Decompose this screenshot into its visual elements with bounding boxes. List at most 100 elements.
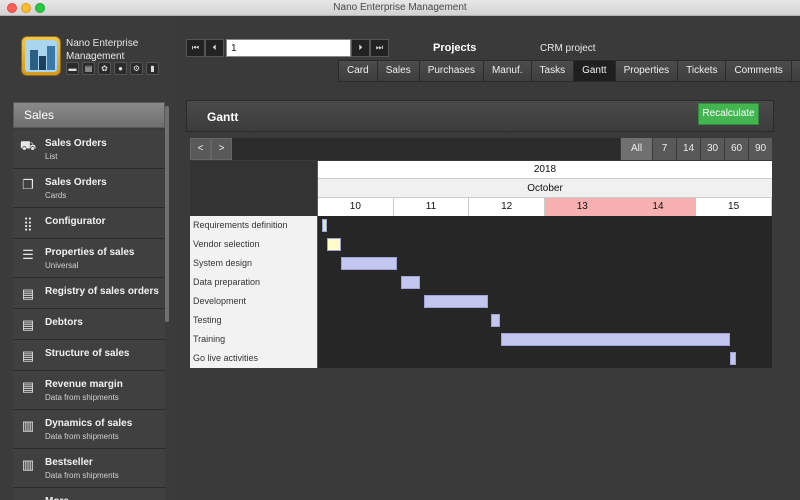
gantt-day-header: 10 [318, 198, 394, 216]
gantt-task-row[interactable]: Data preparation [190, 273, 772, 292]
task-bar[interactable] [501, 333, 731, 346]
sidebar-item-title: Registry of sales orders [45, 286, 159, 297]
sidebar-item-title: Debtors [45, 317, 83, 328]
gantt-day-header: 13 [544, 198, 621, 216]
task-name: Vendor selection [190, 235, 318, 254]
previous-record-button[interactable]: ⏴ [205, 39, 224, 57]
task-name: Requirements definition [190, 216, 318, 235]
bar-chart-icon: ▥ [21, 457, 35, 472]
tab-properties[interactable]: Properties [615, 60, 679, 82]
zoom-option-14[interactable]: 14 [676, 138, 700, 160]
gantt-task-rows: Requirements definition Vendor selection S… [190, 216, 772, 368]
gear-shortcut-icon[interactable]: ✿ [98, 62, 111, 75]
gantt-task-row[interactable]: Development [190, 292, 772, 311]
task-bar[interactable] [730, 352, 736, 365]
tab-sales[interactable]: Sales [377, 60, 420, 82]
gantt-panel-header: Gantt Recalculate [186, 100, 774, 132]
task-name: Development [190, 292, 318, 311]
gantt-month: October [318, 179, 772, 198]
first-record-button[interactable]: ⏮ [186, 39, 205, 57]
tab-card[interactable]: Card [338, 60, 378, 82]
task-bar[interactable] [401, 276, 421, 289]
gantt-task-row[interactable]: System design [190, 254, 772, 273]
task-name: Training [190, 330, 318, 349]
sidebar-item[interactable]: ❐ Sales Orders Cards [13, 169, 165, 208]
gantt-task-row[interactable]: Training [190, 330, 772, 349]
tab-tickets[interactable]: Tickets [678, 60, 727, 82]
document-icon: ▤ [21, 317, 35, 332]
record-nav-first-group: ⏮ ⏴ [186, 39, 224, 57]
task-bar[interactable] [327, 238, 341, 251]
sidebar-item-title: Properties of sales [45, 247, 135, 258]
user-shortcut-icon[interactable]: ● [114, 62, 127, 75]
sidebar-item-subtitle: Data from shipments [45, 432, 119, 441]
zoom-option-90[interactable]: 90 [748, 138, 772, 160]
sidebar-item[interactable]: ☰ Properties of sales Universal [13, 239, 165, 278]
next-record-button[interactable]: ⏵ [351, 39, 370, 57]
sidebar-item-title: Configurator [45, 216, 106, 227]
task-track [318, 311, 772, 330]
previous-period-button[interactable]: < [190, 138, 211, 160]
task-track [318, 273, 772, 292]
printer-shortcut-icon[interactable]: ▤ [82, 62, 95, 75]
gantt-chart: 2018 October 10 11 12 13 14 15 Requirements d… [190, 161, 772, 368]
recalculate-button[interactable]: Recalculate [698, 103, 759, 125]
task-name: System design [190, 254, 318, 273]
gantt-day-header: 15 [696, 198, 772, 216]
gantt-task-row[interactable]: Testing [190, 311, 772, 330]
task-track [318, 349, 772, 368]
trash-shortcut-icon[interactable]: ▮ [146, 62, 159, 75]
gantt-day-header: 14 [620, 198, 697, 216]
zoom-option-all[interactable]: All [620, 138, 652, 160]
gantt-year: 2018 [318, 161, 772, 179]
menu-icon: ≡ [19, 496, 37, 500]
settings-shortcut-icon[interactable]: ⚙ [130, 62, 143, 75]
sidebar-item[interactable]: ⣿ Configurator [13, 208, 165, 239]
tab-manuf[interactable]: Manuf. [483, 60, 532, 82]
gantt-task-row[interactable]: Go live activities [190, 349, 772, 368]
sidebar-item[interactable]: ▤ Revenue margin Data from shipments [13, 371, 165, 410]
sidebar-item[interactable]: ≡ More [13, 488, 165, 500]
zoom-option-7[interactable]: 7 [652, 138, 676, 160]
sidebar-item-title: Revenue margin [45, 379, 123, 390]
sidebar-item[interactable]: ▤ Debtors [13, 309, 165, 340]
sidebar-item[interactable]: ⛟ Sales Orders List [13, 130, 165, 169]
gantt-task-row[interactable]: Requirements definition [190, 216, 772, 235]
sidebar-section-sales[interactable]: Sales [13, 102, 165, 128]
task-name: Testing [190, 311, 318, 330]
task-track [318, 216, 772, 235]
tab-purchases[interactable]: Purchases [419, 60, 484, 82]
sidebar-scrollbar[interactable] [165, 106, 169, 322]
gantt-zoom-bar: < > All 7 14 30 60 90 [190, 138, 772, 160]
sidebar-item[interactable]: ▤ Structure of sales [13, 340, 165, 371]
task-bar[interactable] [340, 257, 398, 270]
document-icon: ▤ [21, 286, 35, 301]
record-nav-last-group: ⏵ ⏭ [351, 39, 389, 57]
zoom-option-30[interactable]: 30 [700, 138, 724, 160]
tab-files[interactable]: Files [791, 60, 800, 82]
window-title: Nano Enterprise Management [333, 2, 467, 13]
panel-title: Gantt [207, 110, 239, 124]
task-track [318, 254, 772, 273]
bar-chart-icon: ▥ [21, 418, 35, 433]
record-tabs: Card Sales Purchases Manuf. Tasks Gantt Proper… [338, 60, 800, 82]
tab-gantt[interactable]: Gantt [574, 60, 616, 82]
sidebar-item-subtitle: Data from shipments [45, 471, 119, 480]
sidebar-item-subtitle: Universal [45, 261, 79, 270]
last-record-button[interactable]: ⏭ [370, 39, 389, 57]
sidebar-item[interactable]: ▥ Dynamics of sales Data from shipments [13, 410, 165, 449]
tab-comments[interactable]: Comments [726, 60, 792, 82]
list-icon: ☰ [22, 247, 34, 262]
truck-shortcut-icon[interactable]: ▬ [66, 62, 79, 75]
next-period-button[interactable]: > [211, 138, 232, 160]
sidebar-item[interactable]: ▤ Registry of sales orders [13, 278, 165, 309]
task-bar[interactable] [490, 314, 500, 327]
task-bar[interactable] [321, 219, 327, 232]
task-name: Data preparation [190, 273, 318, 292]
zoom-option-60[interactable]: 60 [724, 138, 748, 160]
gantt-task-row[interactable]: Vendor selection [190, 235, 772, 254]
record-number-input[interactable] [226, 39, 351, 57]
sidebar-item[interactable]: ▥ Bestseller Data from shipments [13, 449, 165, 488]
tab-tasks[interactable]: Tasks [531, 60, 575, 82]
task-bar[interactable] [423, 295, 489, 308]
